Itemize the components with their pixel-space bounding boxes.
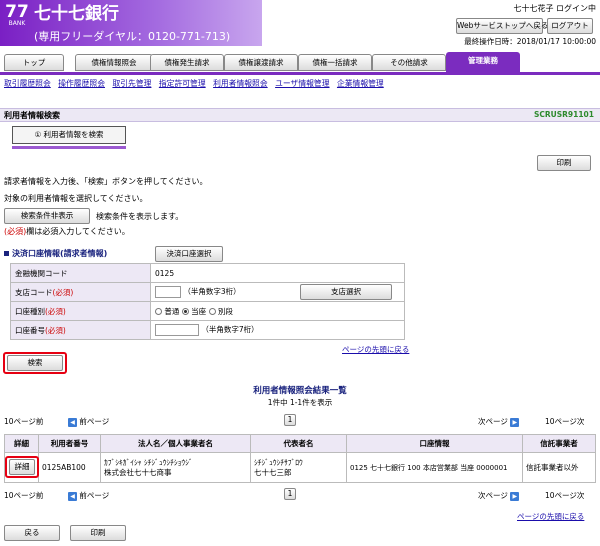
next10-top[interactable]: 10ページ次: [545, 416, 584, 427]
page-title-bar: 利用者情報検索 SCRUSR91101: [0, 108, 600, 122]
results-table: 詳細 利用者番号 法人名／個人事業者名 代表者名 口座情報 信託事業者 0125…: [4, 434, 596, 483]
main-tabs: トップ 債権情報照会 債権発生請求 債権譲渡請求 債権一括請求 その他請求 管理…: [4, 52, 596, 72]
account-form-table: 金融機関コード 0125 支店コード(必須) （半角数字3桁） 支店選択 口座種…: [10, 263, 405, 340]
account-number-hint: （半角数字7桁）: [201, 325, 259, 334]
account-type-cell: 普通 当座 別段: [150, 301, 405, 321]
search-button[interactable]: 検索: [7, 355, 63, 371]
account-info-cell: 0125 七十七銀行 100 本店営業部 当座 0000001: [346, 452, 523, 483]
tab-admin[interactable]: 管理業務: [446, 52, 520, 72]
bank-name: 七十七銀行: [34, 4, 119, 24]
radio-special[interactable]: [208, 308, 216, 315]
step-indicator: ① 利用者情報を検索: [12, 126, 126, 144]
prev-page-top[interactable]: ◀ 前ページ: [68, 416, 109, 427]
account-select-button[interactable]: 決済口座選択: [155, 246, 223, 262]
subnav-transaction-history[interactable]: 取引履歴照会: [4, 79, 51, 88]
results-count: 1件中 1-1件を表示: [267, 398, 333, 407]
web-top-button[interactable]: Webサービストップへ戻る: [456, 18, 548, 34]
subnav-user-inquiry[interactable]: 利用者情報照会: [213, 79, 268, 88]
page-top-link-2[interactable]: ページの先頭に戻る: [517, 511, 584, 522]
results-title: 利用者情報照会結果一覧: [253, 386, 347, 396]
next-page-bottom[interactable]: 次ページ ▶: [478, 490, 520, 501]
account-number-input[interactable]: [155, 324, 199, 336]
tab-credit-transfer[interactable]: 債権譲渡請求: [224, 54, 298, 71]
user-number-cell: 0125AB100: [38, 452, 101, 483]
prev-page-bottom[interactable]: ◀ 前ページ: [68, 490, 109, 501]
detail-button[interactable]: 詳細: [9, 459, 35, 475]
table-row: 0125AB100 ｶﾌﾞｼｷｶﾞｲｼｬ ｼﾁｼﾞｭｳｼﾁｼｮｳｼﾞ 株式会社七十…: [4, 452, 596, 483]
logo-number: 77: [5, 2, 29, 22]
page-top-link-1[interactable]: ページの先頭に戻る: [342, 344, 409, 355]
account-section-heading: 決済口座情報(請求者情報): [4, 248, 107, 259]
branch-select-button[interactable]: 支店選択: [300, 284, 392, 300]
subnav-permission-management[interactable]: 指定許可管理: [159, 79, 206, 88]
prev10-top[interactable]: 10ページ前: [4, 416, 43, 427]
next-arrow-icon: ▶: [510, 418, 520, 427]
page-title: 利用者情報検索: [4, 111, 60, 120]
next-arrow-icon: ▶: [510, 492, 520, 501]
branch-code-input[interactable]: [155, 286, 181, 298]
instruction-2: 対象の利用者情報を選択してください。: [4, 194, 148, 203]
screen-id: SCRUSR91101: [533, 110, 594, 119]
col-representative: 代表者名: [250, 434, 347, 453]
search-condition-text: 検索条件を表示します。: [96, 212, 184, 221]
subnav-company-management[interactable]: 企業情報管理: [337, 79, 384, 88]
branch-code-cell: （半角数字3桁） 支店選択: [150, 282, 405, 302]
account-type-label: 口座種別(必須): [10, 301, 151, 321]
search-condition-toggle-button[interactable]: 検索条件非表示: [4, 208, 90, 224]
next10-bottom[interactable]: 10ページ次: [545, 490, 584, 501]
instruction-1: 請求者情報を入力後、「検索」ボタンを押してください。: [4, 177, 208, 186]
required-text: 欄は必須入力してください。: [26, 227, 130, 236]
col-company-name: 法人名／個人事業者名: [100, 434, 251, 453]
col-user-number: 利用者番号: [38, 434, 101, 453]
prev-arrow-icon: ◀: [68, 418, 77, 427]
sub-nav: 取引履歴照会 操作履歴照会 取引先管理 指定許可管理 利用者情報照会 ユーザ情報…: [4, 78, 384, 89]
account-heading-text: 決済口座情報(請求者情報): [12, 249, 108, 258]
company-name-cell: ｶﾌﾞｼｷｶﾞｲｼｬ ｼﾁｼﾞｭｳｼﾁｼｮｳｼﾞ 株式会社七十七商事: [100, 452, 251, 483]
bank-code-label: 金融機関コード: [10, 263, 151, 283]
col-detail: 詳細: [4, 434, 39, 453]
heading-bullet-icon: [4, 251, 9, 256]
logout-button[interactable]: ログアウト: [547, 18, 593, 34]
subnav-operation-history[interactable]: 操作履歴照会: [58, 79, 105, 88]
phone-label: (専用フリーダイヤル：0120-771-713): [34, 30, 231, 43]
tab-underline: [0, 72, 600, 75]
radio-current[interactable]: [181, 308, 189, 315]
print-button-top[interactable]: 印刷: [537, 155, 591, 171]
radio-special-label: 別段: [217, 306, 233, 316]
bank-logo: 77 BANK: [4, 3, 30, 27]
user-status: 七十七花子 ログイン中: [513, 4, 596, 13]
account-number-cell: （半角数字7桁）: [150, 320, 405, 340]
account-number-label: 口座番号(必須): [10, 320, 151, 340]
branch-code-hint: （半角数字3桁）: [183, 287, 241, 296]
required-mark: (必須): [4, 227, 27, 236]
representative-cell: ｼﾁｼﾞｭｳｼﾁｻﾌﾞﾛｳ 七十七三郎: [250, 452, 347, 483]
tab-bulk-request[interactable]: 債権一括請求: [298, 54, 372, 71]
radio-ordinary[interactable]: [155, 308, 162, 315]
bank-code-value: 0125: [150, 263, 405, 283]
tab-credit-inquiry[interactable]: 債権情報照会: [75, 54, 153, 71]
col-account-info: 口座情報: [346, 434, 523, 453]
page-number-top[interactable]: 1: [284, 414, 296, 426]
radio-current-label: 当座: [191, 306, 207, 316]
prev-arrow-icon: ◀: [68, 492, 77, 501]
branch-code-label: 支店コード(必須): [10, 282, 151, 302]
back-button[interactable]: 戻る: [4, 525, 60, 541]
step-indicator-bar: [12, 146, 126, 149]
print-button-bottom[interactable]: 印刷: [70, 525, 126, 541]
subnav-partner-management[interactable]: 取引先管理: [112, 79, 151, 88]
last-login-time: 最終操作日時：2018/01/17 10:00:00: [464, 37, 596, 46]
subnav-user-management[interactable]: ユーザ情報管理: [275, 79, 329, 88]
tab-other-request[interactable]: その他請求: [372, 54, 446, 71]
col-trust: 信託事業者: [522, 434, 596, 453]
tab-credit-issue[interactable]: 債権発生請求: [150, 54, 224, 71]
page-number-bottom[interactable]: 1: [284, 488, 296, 500]
pager-top: 10ページ前 ◀ 前ページ 次ページ ▶ 10ページ次: [0, 415, 600, 429]
prev10-bottom[interactable]: 10ページ前: [4, 490, 43, 501]
trust-cell: 信託事業者以外: [522, 452, 596, 483]
tab-top[interactable]: トップ: [4, 54, 64, 71]
radio-ordinary-label: 普通: [164, 306, 180, 316]
required-note: (必須)欄は必須入力してください。: [4, 226, 130, 237]
next-page-top[interactable]: 次ページ ▶: [478, 416, 520, 427]
pager-bottom: 10ページ前 ◀ 前ページ 次ページ ▶ 10ページ次: [0, 489, 600, 503]
